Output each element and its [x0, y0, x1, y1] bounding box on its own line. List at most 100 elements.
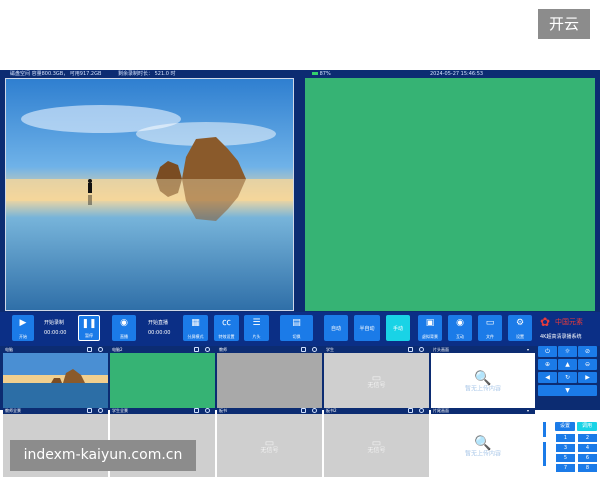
zoom-in-icon: ⊕ [544, 361, 551, 368]
search-icon: 🔍 [474, 370, 492, 387]
clock: 2024-05-27 15:46:53 [430, 71, 484, 77]
mic-icon [312, 347, 317, 352]
camera-cell-2[interactable]: 电脑2 [110, 347, 215, 409]
gear-icon: ⚙ [515, 318, 525, 328]
arrow-up-icon: ▲ [565, 361, 570, 368]
play-icon: ▶ [19, 318, 27, 328]
no-signal-placeholder: ▭无信号 [260, 438, 279, 455]
power-icon: ⏻ [545, 348, 550, 355]
recording-app: 磁盘空间 容量800.3GB， 可用917.2GB 剩余录制时长： 521.0 … [0, 70, 600, 477]
preset-4[interactable]: 4 [578, 444, 597, 452]
resize-icon [87, 408, 92, 413]
preview-scene [6, 105, 293, 221]
program-window[interactable] [305, 78, 595, 311]
zoom-out-button[interactable]: ⊖ [578, 359, 597, 370]
pdf-icon: ▣ [425, 318, 435, 328]
camera-cell-4[interactable]: 学生 ▭ 无信号 [324, 347, 429, 409]
control-bar: ▶ 开始 开始录制 00:00:00 ❚❚ 暂停 ◉ 直播 开始直播 00:00… [0, 312, 600, 346]
down-button[interactable]: ▼ [538, 385, 597, 396]
virtual-bg-button[interactable]: ▣ 虚拟背景 [418, 315, 442, 341]
preset-5[interactable]: 5 [556, 454, 575, 462]
doc-icon: ▤ [292, 318, 301, 328]
file-button[interactable]: ▭ 文件 [478, 315, 502, 341]
right-button[interactable]: ▶ [578, 372, 597, 383]
preset-2[interactable]: 2 [578, 434, 597, 442]
outro-cell[interactable]: 片尾画面 ▾ 🔍 暂无上传内容 [431, 408, 535, 477]
interact-button[interactable]: ◉ 互动 [448, 315, 472, 341]
mic-icon [98, 408, 103, 413]
camera-icon: ▭ [264, 438, 275, 450]
chevron-down-icon: ▾ [527, 408, 530, 413]
mic-icon [312, 408, 317, 413]
slow-label: 慢 [540, 468, 546, 474]
record-title: 开始录制 [44, 320, 65, 326]
preset-7[interactable]: 7 [556, 464, 575, 472]
mode-semi-button[interactable]: 半自动 [354, 315, 380, 341]
grid-icon: ▦ [191, 318, 200, 328]
preset-6[interactable]: 6 [578, 454, 597, 462]
split-mode-button[interactable]: ▦ 分屏模式 [183, 315, 208, 341]
set-preset-button[interactable]: 设置 [555, 422, 575, 431]
refresh-icon: ↻ [564, 374, 571, 381]
battery-percent: 87% [319, 71, 331, 77]
live-time: 00:00:00 [148, 330, 171, 336]
bottom-watermark: indexm-kaiyun.com.cn [10, 440, 196, 471]
preset-8[interactable]: 8 [578, 464, 597, 472]
zoom-in-button[interactable]: ⊕ [538, 359, 557, 370]
resize-icon [408, 347, 413, 352]
preset-label: 预置位 [566, 414, 582, 420]
mic-icon [419, 347, 424, 352]
brand-mark-icon: ✿ [540, 315, 551, 329]
resize-icon [194, 347, 199, 352]
eye-icon: ◉ [456, 318, 464, 328]
arrow-down-icon: ▼ [565, 387, 570, 394]
mic-icon [205, 408, 210, 413]
camera-icon: ▭ [371, 373, 382, 385]
live-button[interactable]: ◉ 直播 [112, 315, 136, 341]
ptz-panel: ⏻ ☼ ⊘ ⊕ ▲ ⊖ ◀ ↻ ▶ ▼ [536, 346, 598, 410]
speed-label: 快 [540, 414, 546, 420]
pause-icon: ❚❚ [81, 319, 97, 329]
transition-setting-button[interactable]: ㏄ 特效设置 [214, 315, 239, 341]
resize-icon [301, 408, 306, 413]
resize-icon [301, 347, 306, 352]
zoom-out-icon: ⊖ [584, 361, 591, 368]
live-title: 开始直播 [148, 320, 169, 326]
camera-cell-3[interactable]: 教师 [217, 347, 322, 409]
block-icon: ⊘ [584, 348, 591, 355]
left-button[interactable]: ◀ [538, 372, 557, 383]
camera-cell-1[interactable]: 电脑 [3, 347, 108, 409]
speed-slider-thumb[interactable] [540, 437, 549, 442]
speed-slider[interactable] [543, 422, 546, 466]
layout-button[interactable]: ☰ 片头 [244, 315, 269, 341]
resize-icon [194, 408, 199, 413]
upload-placeholder: 🔍 暂无上传内容 [464, 435, 502, 458]
pause-button[interactable]: ❚❚ 暂停 [78, 315, 100, 341]
up-button[interactable]: ▲ [558, 359, 577, 370]
brightness-button[interactable]: ☼ [558, 346, 577, 357]
list-icon: ☰ [252, 318, 261, 328]
camera-cell-9[interactable]: 板书2 ▭ 无信号 [324, 408, 429, 477]
cc-icon: ㏄ [221, 318, 231, 328]
settings-button[interactable]: ⚙ 设置 [508, 315, 532, 341]
camera-icon: ▭ [371, 438, 382, 450]
preview-window[interactable] [5, 78, 294, 311]
no-signal-placeholder: ▭无信号 [367, 438, 386, 455]
preset-1[interactable]: 1 [556, 434, 575, 442]
camera-cell-8[interactable]: 板书 ▭ 无信号 [217, 408, 322, 477]
cell-thumbnail [3, 347, 108, 409]
chevron-down-icon: ▾ [527, 347, 530, 352]
remaining-time: 剩余录制时长： 521.0 时 [118, 71, 176, 77]
switch-button[interactable]: ▤ 切换 [280, 315, 313, 341]
start-button[interactable]: ▶ 开始 [12, 315, 34, 341]
call-preset-button[interactable]: 调用 [577, 422, 597, 431]
block-button[interactable]: ⊘ [578, 346, 597, 357]
mic-icon [98, 347, 103, 352]
power-button[interactable]: ⏻ [538, 346, 557, 357]
preset-3[interactable]: 3 [556, 444, 575, 452]
intro-cell[interactable]: 片头画面 ▾ 🔍 暂无上传内容 [431, 347, 535, 409]
home-button[interactable]: ↻ [558, 372, 577, 383]
mode-manual-button[interactable]: 手动 [386, 315, 410, 341]
mode-auto-button[interactable]: 自动 [324, 315, 348, 341]
no-signal-placeholder: ▭无信号 [367, 373, 386, 390]
